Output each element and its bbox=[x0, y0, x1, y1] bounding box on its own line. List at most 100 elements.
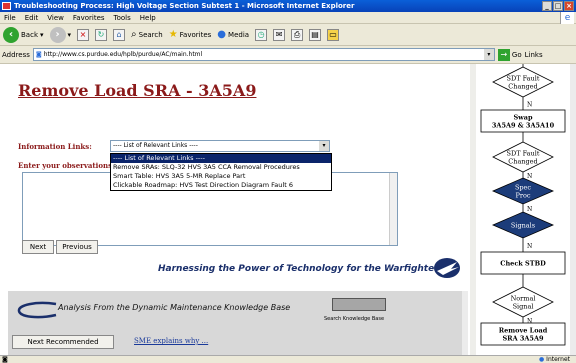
knowledge-base-frame: Analysis From the Dynamic Maintenance Kn… bbox=[8, 291, 468, 355]
observations-label: Enter your observations bbox=[18, 161, 113, 170]
textarea-scrollbar[interactable] bbox=[389, 173, 397, 245]
print-icon[interactable]: ⎙ bbox=[291, 28, 304, 41]
media-icon: ● bbox=[217, 29, 227, 40]
menu-view[interactable]: View bbox=[47, 12, 64, 23]
info-links-label: Information Links: bbox=[18, 142, 92, 151]
flow-node-label: Check STBD bbox=[500, 260, 546, 268]
flow-node-label: SDT Fault bbox=[507, 75, 540, 83]
forward-dropdown-icon[interactable]: ▾ bbox=[68, 31, 72, 39]
next-button[interactable]: Next bbox=[22, 240, 54, 254]
edit-icon[interactable]: ▤ bbox=[309, 28, 322, 41]
folder-icon[interactable]: ▭ bbox=[327, 28, 340, 41]
forward-button[interactable]: › ▾ bbox=[49, 26, 72, 43]
flowchart-scrollbar[interactable] bbox=[570, 64, 576, 355]
page-content: Remove Load SRA - 3A5A9 Information Link… bbox=[0, 64, 576, 355]
star-icon: ★ bbox=[168, 29, 178, 40]
eagle-logo-icon bbox=[434, 258, 460, 278]
info-links-select[interactable]: ---- List of Relevant Links ---- ▾ bbox=[110, 140, 330, 152]
ie-page-icon bbox=[2, 2, 11, 10]
window-controls: _ □ × bbox=[542, 1, 574, 11]
back-button[interactable]: ‹ Back ▾ bbox=[3, 26, 44, 43]
minimize-button[interactable]: _ bbox=[542, 1, 552, 11]
dropdown-option[interactable]: Clickable Roadmap: HVS Test Direction Di… bbox=[111, 181, 331, 190]
search-icon: ⌕ bbox=[131, 29, 137, 40]
stop-icon[interactable]: × bbox=[77, 28, 90, 41]
address-url: http://www.cs.purdue.edu/hplb/purdue/AC/… bbox=[43, 51, 203, 58]
menu-help[interactable]: Help bbox=[140, 12, 156, 23]
previous-button[interactable]: Previous bbox=[56, 240, 98, 254]
flow-node-label: Changed bbox=[508, 83, 537, 91]
status-bar: ◙ ● Internet bbox=[0, 355, 576, 363]
flow-node-label: Normal bbox=[511, 295, 536, 303]
internet-zone: ● Internet bbox=[539, 356, 570, 363]
refresh-icon[interactable]: ↻ bbox=[95, 28, 108, 41]
dropdown-option[interactable]: Smart Table: HVS 3A5 5-MR Replace Part bbox=[111, 172, 331, 181]
close-button[interactable]: × bbox=[564, 1, 574, 11]
history-icon[interactable]: ◷ bbox=[255, 28, 268, 41]
maximize-button[interactable]: □ bbox=[553, 1, 563, 11]
go-label: Go bbox=[511, 50, 522, 59]
address-input[interactable]: ◙ http://www.cs.purdue.edu/hplb/purdue/A… bbox=[32, 48, 495, 61]
info-links-dropdown: ---- List of Relevant Links ---- Remove … bbox=[110, 153, 332, 191]
flow-node-label: Spec bbox=[515, 184, 531, 192]
flow-node-label: 3A5A9 & 3A5A10 bbox=[492, 122, 555, 130]
flow-edge-label: N bbox=[527, 173, 532, 180]
menu-bar: File Edit View Favorites Tools Help e bbox=[0, 12, 576, 24]
window-title: Troubleshooting Process: High Voltage Se… bbox=[14, 2, 355, 10]
links-label[interactable]: Links bbox=[525, 51, 543, 59]
flow-node-label: Signals bbox=[511, 222, 535, 230]
address-dropdown-icon[interactable]: ▾ bbox=[483, 49, 494, 60]
flow-edge-label: N bbox=[527, 243, 532, 250]
flow-node-label: SRA 3A5A9 bbox=[502, 335, 544, 343]
search-kb-button[interactable] bbox=[332, 298, 386, 311]
status-page-icon: ◙ bbox=[2, 356, 8, 363]
address-bar: Address ◙ http://www.cs.purdue.edu/hplb/… bbox=[0, 46, 576, 64]
back-dropdown-icon[interactable]: ▾ bbox=[40, 31, 44, 39]
main-frame: Remove Load SRA - 3A5A9 Information Link… bbox=[8, 64, 468, 286]
media-button[interactable]: ● Media bbox=[217, 29, 249, 40]
dropdown-option[interactable]: ---- List of Relevant Links ---- bbox=[111, 154, 331, 163]
flow-node-label: Signal bbox=[513, 303, 534, 311]
dropdown-option[interactable]: Remove SRAs: SLQ-32 HVS 3A5 CCA Removal … bbox=[111, 163, 331, 172]
flow-edge-label: N bbox=[527, 206, 532, 213]
menu-tools[interactable]: Tools bbox=[114, 12, 131, 23]
favorites-button[interactable]: ★ Favorites bbox=[169, 29, 212, 40]
page-title: Remove Load SRA - 3A5A9 bbox=[18, 81, 257, 100]
menu-favorites[interactable]: Favorites bbox=[73, 12, 105, 23]
ie-logo-icon: e bbox=[560, 12, 574, 24]
next-recommended-button[interactable]: Next Recommended bbox=[12, 335, 114, 349]
globe-icon: ● bbox=[539, 356, 545, 363]
swoosh-icon bbox=[17, 301, 57, 319]
forward-arrow-icon: › bbox=[49, 26, 66, 43]
back-arrow-icon: ‹ bbox=[3, 26, 19, 43]
menu-file[interactable]: File bbox=[4, 12, 16, 23]
flow-node-label: Swap bbox=[513, 114, 533, 122]
sme-explains-link[interactable]: SME explains why ... bbox=[134, 337, 208, 345]
chevron-down-icon[interactable]: ▾ bbox=[319, 141, 329, 151]
flow-node-label: Changed bbox=[508, 158, 537, 166]
troubleshooting-flowchart: SDT FaultChangedNSwap3A5A9 & 3A5A10SDT F… bbox=[480, 64, 566, 346]
search-kb-label: Search Knowledge Base bbox=[324, 316, 385, 322]
media-label: Media bbox=[228, 30, 250, 39]
info-links-select-value: ---- List of Relevant Links ---- bbox=[113, 142, 198, 149]
tagline: Harnessing the Power of Technology for t… bbox=[158, 264, 439, 274]
flowchart-frame: SDT Fault Changed N Swap 3A5A9 & 3A5A10 SDT F… bbox=[476, 64, 570, 355]
flow-node-label: Remove Load bbox=[499, 327, 548, 335]
go-arrow-icon: → bbox=[497, 48, 510, 61]
home-icon[interactable]: ⌂ bbox=[113, 28, 126, 41]
toolbar: ‹ Back ▾ › ▾ × ↻ ⌂ ⌕ Search ★ Favorites … bbox=[0, 24, 576, 46]
flow-node-label: SDT Fault bbox=[507, 150, 540, 158]
mail-icon[interactable]: ✉ bbox=[273, 28, 286, 41]
search-label: Search bbox=[138, 30, 163, 39]
analysis-text: Analysis From the Dynamic Maintenance Kn… bbox=[58, 303, 291, 312]
search-button[interactable]: ⌕ Search bbox=[131, 29, 163, 40]
flow-edge-label: N bbox=[527, 102, 532, 109]
browser-window: Troubleshooting Process: High Voltage Se… bbox=[0, 0, 576, 363]
menu-edit[interactable]: Edit bbox=[25, 12, 39, 23]
kb-frame-scrollbar[interactable] bbox=[462, 291, 468, 355]
zone-label: Internet bbox=[546, 356, 570, 363]
go-button[interactable]: → Go bbox=[497, 48, 522, 61]
page-icon: ◙ bbox=[35, 51, 42, 58]
back-label: Back bbox=[21, 30, 38, 39]
favorites-label: Favorites bbox=[179, 30, 212, 39]
